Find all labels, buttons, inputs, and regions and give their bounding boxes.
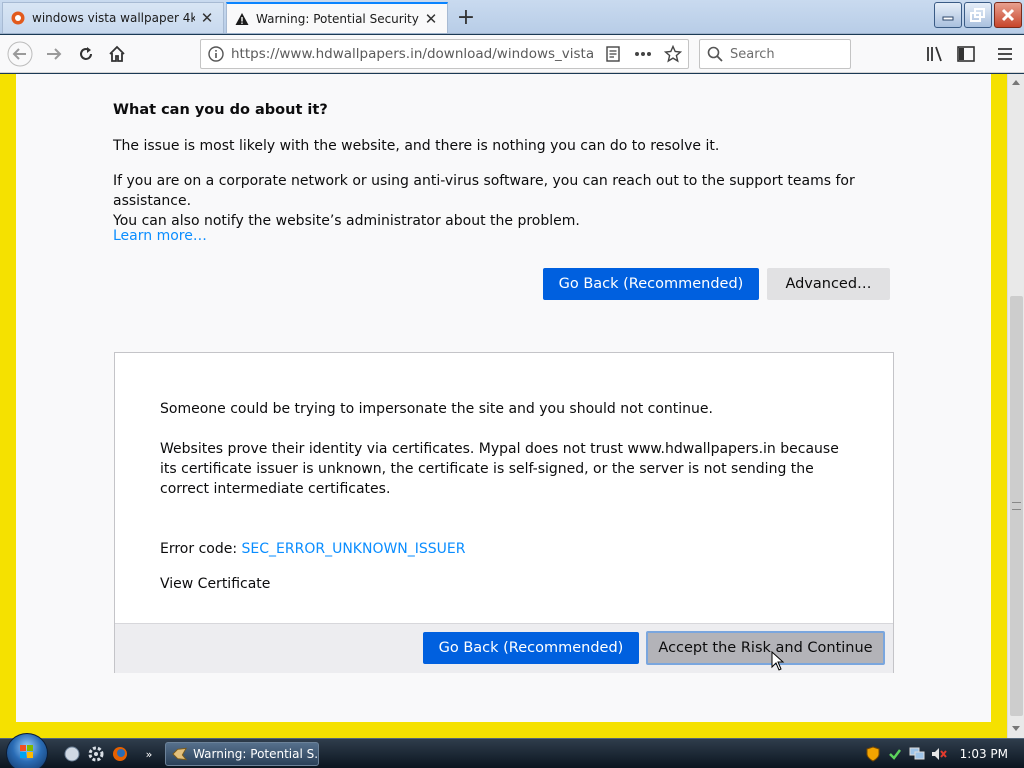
view-certificate-link[interactable]: View Certificate xyxy=(160,574,270,594)
sidebar-button[interactable] xyxy=(952,40,980,68)
reader-view-icon xyxy=(606,46,620,62)
vertical-scrollbar[interactable] xyxy=(1007,74,1024,738)
go-back-button-secondary[interactable]: Go Back (Recommended) xyxy=(423,632,639,664)
site-favicon-icon xyxy=(11,11,25,25)
system-tray: 1:03 PM xyxy=(864,739,1024,768)
windows-logo-icon xyxy=(20,745,33,758)
advanced-panel: Someone could be trying to impersonate t… xyxy=(114,352,894,673)
taskbar: » Warning: Potential S... 1:03 PM xyxy=(0,733,1024,768)
error-code-link[interactable]: SEC_ERROR_UNKNOWN_ISSUER xyxy=(242,541,466,557)
start-button[interactable] xyxy=(6,733,48,768)
scrollbar-grip-icon xyxy=(1012,502,1021,510)
reader-view-button[interactable] xyxy=(598,40,628,68)
clock[interactable]: 1:03 PM xyxy=(960,747,1008,761)
mouse-cursor-icon xyxy=(771,651,785,671)
volume-muted-icon[interactable] xyxy=(930,745,948,763)
reload-button[interactable] xyxy=(72,40,100,68)
error-code-line: Error code: SEC_ERROR_UNKNOWN_ISSUER xyxy=(160,539,840,559)
error-code-label: Error code: xyxy=(160,541,242,557)
shield-icon[interactable] xyxy=(864,745,882,763)
address-bar[interactable]: https://www.hdwallpapers.in/download/win… xyxy=(200,39,689,69)
advanced-button[interactable]: Advanced… xyxy=(767,268,890,300)
page-actions-button[interactable] xyxy=(628,40,658,68)
paragraph-line: You can also notify the website’s admini… xyxy=(113,213,580,229)
search-placeholder: Search xyxy=(730,46,775,62)
warning-icon xyxy=(235,12,249,25)
scroll-down-arrow-icon[interactable] xyxy=(1012,726,1020,731)
star-icon xyxy=(664,45,682,63)
impersonate-warning-text: Someone could be trying to impersonate t… xyxy=(160,401,713,417)
library-icon xyxy=(927,46,942,62)
restore-icon xyxy=(970,8,985,22)
tab-close-icon[interactable]: ✕ xyxy=(423,10,439,28)
restore-button[interactable] xyxy=(964,2,992,28)
update-check-icon[interactable] xyxy=(886,745,904,763)
tab-title: windows vista wallpaper 4k at D xyxy=(32,11,195,25)
search-icon xyxy=(700,46,730,62)
quicklaunch-browser-button[interactable] xyxy=(63,745,81,763)
close-window-button[interactable] xyxy=(994,2,1022,28)
scroll-up-arrow-icon[interactable] xyxy=(1012,80,1020,85)
window-controls xyxy=(934,2,1022,28)
forward-button[interactable] xyxy=(40,40,68,68)
forward-arrow-icon xyxy=(47,48,62,60)
tab-strip: windows vista wallpaper 4k at D ✕ Warnin… xyxy=(0,0,1024,34)
mypal-icon xyxy=(172,747,188,761)
home-icon xyxy=(109,45,125,62)
site-info-icon[interactable] xyxy=(201,46,231,62)
quicklaunch-more-icon[interactable]: » xyxy=(140,745,158,763)
issue-paragraph: The issue is most likely with the websit… xyxy=(113,138,720,154)
minimize-button[interactable] xyxy=(934,2,962,28)
browser-globe-icon xyxy=(64,746,80,762)
taskbar-item-title: Warning: Potential S... xyxy=(193,747,318,761)
gear-icon xyxy=(88,746,104,762)
hamburger-menu-icon xyxy=(998,48,1012,60)
certificate-explanation-text: Websites prove their identity via certif… xyxy=(160,441,839,497)
close-icon xyxy=(1001,8,1015,22)
new-tab-button[interactable]: + xyxy=(452,4,480,30)
security-warning-page: What can you do about it? The issue is m… xyxy=(16,74,991,722)
url-text[interactable]: https://www.hdwallpapers.in/download/win… xyxy=(231,46,598,62)
back-arrow-icon xyxy=(7,41,33,67)
minimize-icon xyxy=(942,16,954,21)
firefox-icon xyxy=(113,747,127,761)
tab-title: Warning: Potential Security Risk Ahead xyxy=(256,11,419,26)
sidebar-icon xyxy=(957,46,975,62)
menu-button[interactable] xyxy=(991,40,1019,68)
quicklaunch-firefox-button[interactable] xyxy=(111,745,129,763)
navigation-toolbar: https://www.hdwallpapers.in/download/win… xyxy=(0,35,1024,73)
learn-more-link[interactable]: Learn more… xyxy=(113,226,207,246)
taskbar-item-browser[interactable]: Warning: Potential S... xyxy=(165,742,319,766)
tab-wallpaper[interactable]: windows vista wallpaper 4k at D ✕ xyxy=(2,2,224,33)
tab-close-icon[interactable]: ✕ xyxy=(199,9,215,27)
quicklaunch-settings-button[interactable] xyxy=(87,745,105,763)
back-button[interactable] xyxy=(6,40,34,68)
tab-security-warning[interactable]: Warning: Potential Security Risk Ahead ✕ xyxy=(226,2,448,33)
network-icon[interactable] xyxy=(908,745,926,763)
paragraph-line: If you are on a corporate network or usi… xyxy=(113,173,855,209)
more-dots-icon xyxy=(635,52,651,56)
corporate-network-paragraph: If you are on a corporate network or usi… xyxy=(113,171,913,231)
go-back-button[interactable]: Go Back (Recommended) xyxy=(543,268,759,300)
home-button[interactable] xyxy=(103,40,131,68)
library-button[interactable] xyxy=(921,40,949,68)
bookmark-button[interactable] xyxy=(658,40,688,68)
page-viewport: What can you do about it? The issue is m… xyxy=(0,74,1024,738)
what-can-you-do-heading: What can you do about it? xyxy=(113,102,328,118)
accept-risk-button[interactable]: Accept the Risk and Continue xyxy=(646,631,885,665)
search-input[interactable]: Search xyxy=(699,39,851,69)
reload-icon xyxy=(80,47,92,60)
